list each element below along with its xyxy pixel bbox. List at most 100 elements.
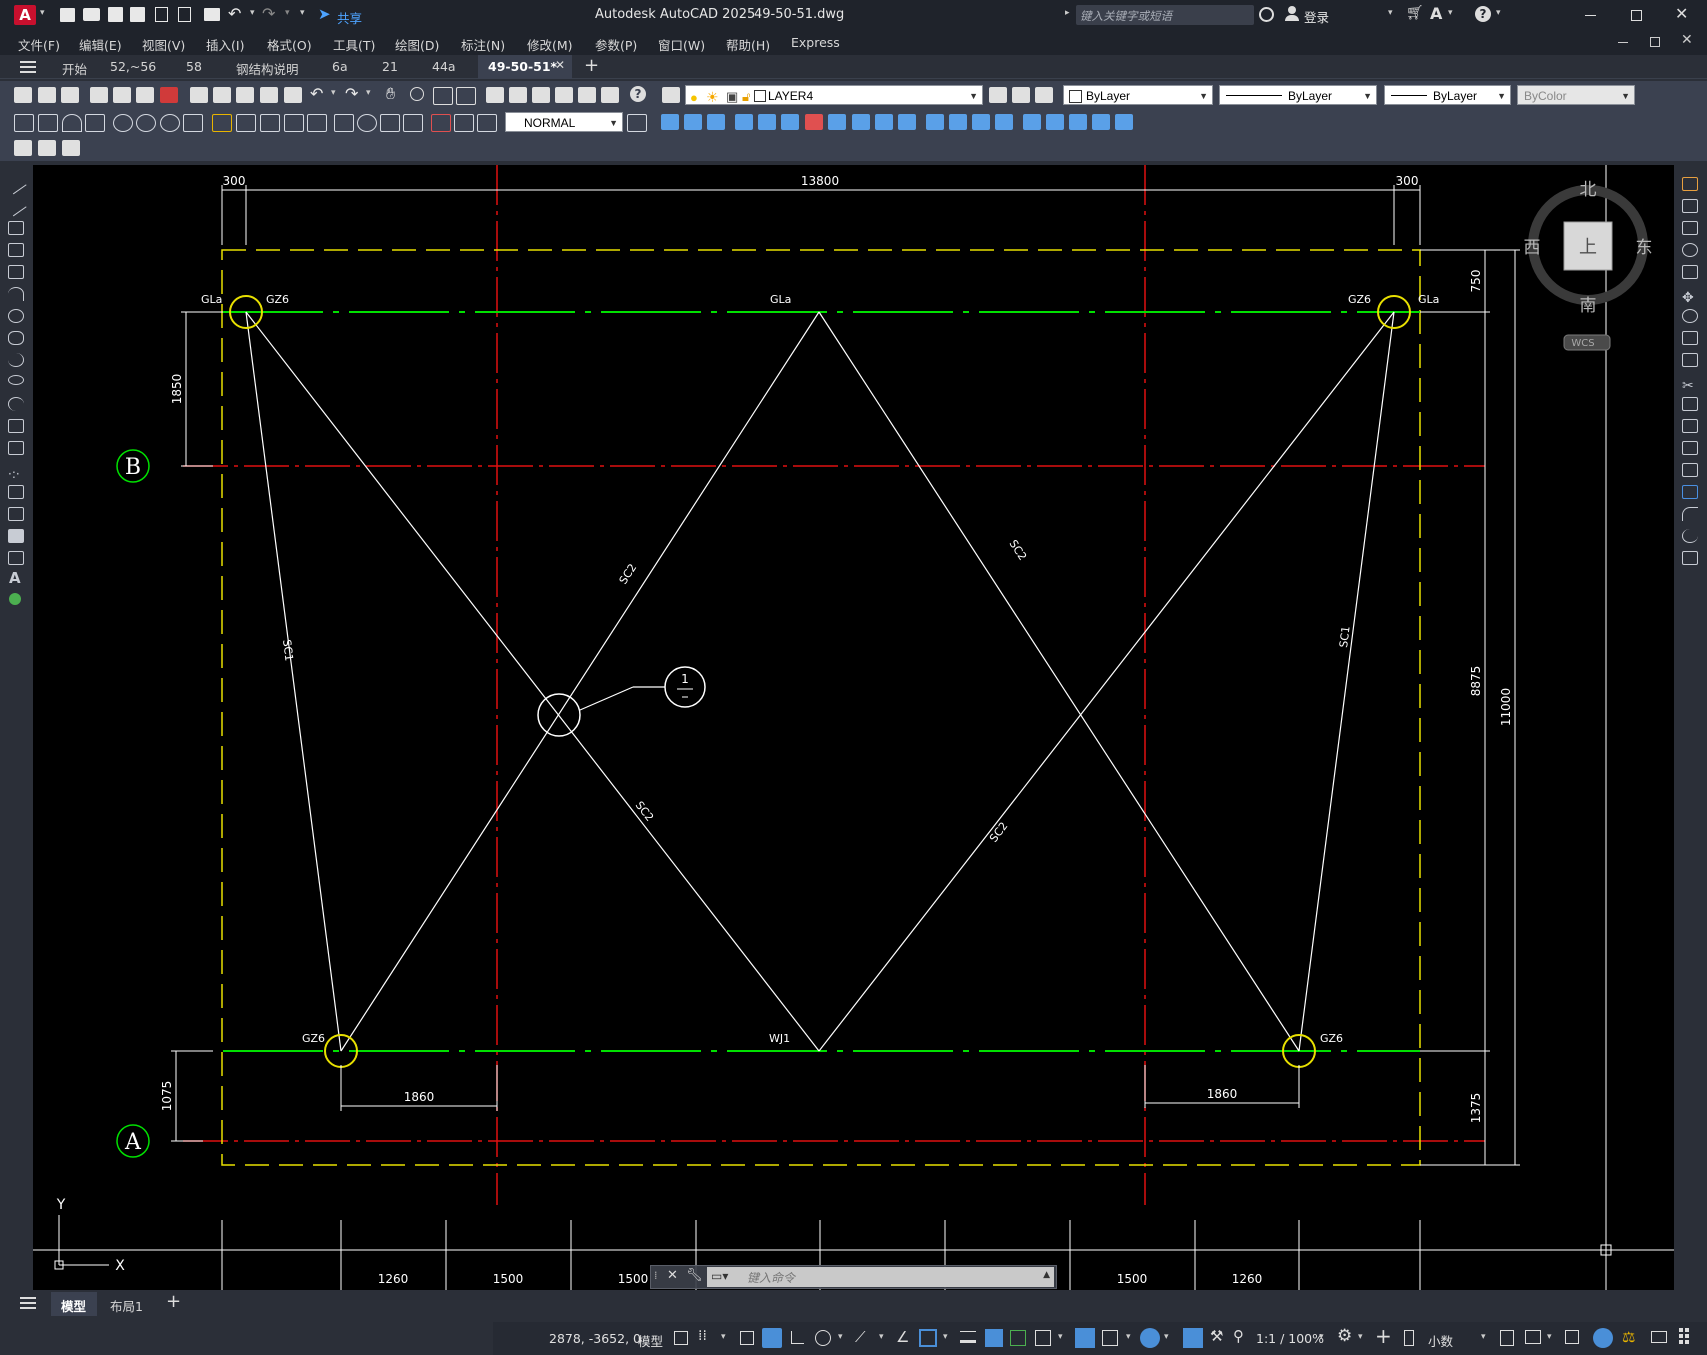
transparency-icon[interactable] (985, 1329, 1003, 1347)
tolerance-icon[interactable] (334, 114, 354, 132)
menu-tools[interactable]: 工具(T) (333, 35, 375, 54)
tab-21[interactable]: 21 (382, 59, 398, 74)
radius-dim-icon[interactable] (113, 114, 133, 132)
align-3d-icon[interactable] (1069, 114, 1087, 130)
table-icon[interactable] (8, 551, 24, 565)
snap-icon[interactable]: ⁞⁞ (698, 1328, 707, 1344)
gizmo-icon[interactable] (1140, 1328, 1160, 1348)
lineweight-display-icon[interactable] (960, 1331, 976, 1343)
redo-chevron-icon[interactable]: ▾ (285, 8, 290, 18)
block-editor-icon[interactable] (284, 87, 302, 103)
selection-filter-chevron-icon[interactable]: ▾ (1126, 1332, 1131, 1342)
explode-icon[interactable] (1682, 551, 1698, 565)
share-button[interactable]: 共享 (337, 8, 362, 27)
3d-osnap-chevron-icon[interactable]: ▾ (1058, 1332, 1063, 1342)
intersect-icon[interactable] (852, 114, 870, 130)
hardware-acceleration-icon[interactable] (1593, 1328, 1613, 1348)
tab-58[interactable]: 58 (186, 59, 202, 74)
zoom-realtime-icon[interactable] (410, 87, 424, 101)
insert-block-icon[interactable] (8, 419, 24, 433)
zoom-previous-icon[interactable] (456, 87, 476, 105)
command-history-chevron-icon[interactable]: ▲ (1043, 1270, 1050, 1280)
markup-icon[interactable] (578, 87, 596, 103)
trim-icon[interactable]: ✂ (1682, 375, 1698, 394)
search-icon[interactable] (1259, 7, 1274, 22)
aligned-dim-icon[interactable] (38, 114, 58, 132)
sweep-icon[interactable] (781, 114, 799, 130)
doc-close-icon[interactable]: ✕ (1681, 32, 1693, 48)
layer-dropdown[interactable]: ● ☀ ▣ 🔓︎ LAYER4 ▼ (685, 85, 983, 105)
layer-lock-icon[interactable]: 🔓︎ (742, 87, 750, 107)
fillet-edge-icon[interactable] (949, 114, 967, 130)
color-dropdown[interactable]: ByLayer ▼ (1063, 85, 1213, 105)
offset-icon[interactable] (1682, 243, 1698, 257)
open-icon[interactable] (38, 87, 56, 103)
annotation-monitor-icon[interactable]: + (1375, 1324, 1392, 1348)
tab-6a[interactable]: 6a (332, 59, 348, 74)
units-chevron-icon[interactable]: ▾ (1481, 1332, 1486, 1342)
break-icon[interactable] (1682, 441, 1698, 455)
tab-start[interactable]: 开始 (62, 59, 87, 78)
doc-minimize-icon[interactable] (1618, 42, 1628, 43)
polar-tracking-icon[interactable] (815, 1330, 831, 1346)
layout-menu-icon[interactable] (20, 1297, 36, 1309)
isodraft-chevron-icon[interactable]: ▾ (879, 1332, 884, 1342)
drawing-svg[interactable]: 1 B A 300 13800 300 750 8875 1375 11000 … (33, 165, 1674, 1290)
close-window-icon[interactable]: ✕ (1675, 4, 1688, 23)
new-icon[interactable] (14, 87, 32, 103)
annotation-scale-value[interactable]: 1:1 / 100% (1256, 1331, 1324, 1346)
circle-icon[interactable] (8, 309, 24, 323)
shell-icon[interactable] (926, 114, 944, 130)
menu-dimension[interactable]: 标注(N) (461, 35, 505, 54)
mirror-3d-icon[interactable] (1092, 114, 1110, 130)
selection-filter-icon[interactable] (1102, 1330, 1118, 1346)
inspect-icon[interactable] (380, 114, 400, 132)
plot-icon[interactable] (204, 8, 220, 21)
layer-thaw-sun-icon[interactable]: ☀ (706, 87, 719, 107)
angular-dim-icon[interactable] (183, 114, 203, 132)
infer-constraints-icon[interactable] (740, 1331, 754, 1345)
gizmo-chevron-icon[interactable]: ▾ (1164, 1332, 1169, 1342)
search-input[interactable]: 键入关键字或短语 (1076, 5, 1254, 25)
autodesk-a360-icon[interactable]: A (1430, 4, 1442, 23)
dim-update-icon[interactable] (477, 114, 497, 132)
properties-icon[interactable] (486, 87, 504, 103)
separate-icon[interactable] (995, 114, 1013, 130)
ortho-icon[interactable] (791, 1331, 804, 1344)
selection-cycling-icon[interactable] (1010, 1330, 1026, 1346)
dim-text-edit-icon[interactable] (454, 114, 474, 132)
dimstyle-dropdown[interactable]: NORMAL ▼ (505, 112, 623, 132)
gradient-icon[interactable] (8, 507, 24, 521)
menu-express[interactable]: Express (791, 35, 840, 50)
units-icon[interactable] (1404, 1330, 1414, 1346)
layer-properties-icon[interactable] (662, 87, 680, 103)
make-block-icon[interactable] (8, 441, 24, 455)
print-icon[interactable] (90, 87, 108, 103)
quick-dim-icon[interactable] (212, 114, 232, 132)
command-line[interactable]: ⁞ ✕ 🔧︎ ▭▾ 键入命令 ▲ (650, 1265, 1057, 1289)
doc-restore-icon[interactable] (1650, 37, 1660, 47)
rectangle-icon[interactable] (8, 265, 24, 279)
search-expand-icon[interactable]: ▸ (1065, 8, 1070, 18)
app-menu-chevron-icon[interactable]: ▾ (40, 8, 45, 18)
clean-screen-icon[interactable] (1651, 1331, 1667, 1343)
isodraft-icon[interactable]: ⟋ (855, 1328, 866, 1346)
redo-icon[interactable]: ↷ (262, 4, 275, 23)
new-layout-icon[interactable]: + (166, 1291, 181, 1312)
cut-icon[interactable] (190, 87, 208, 103)
new-file-icon[interactable] (60, 8, 75, 22)
thicken-icon[interactable] (898, 114, 916, 130)
design-center-icon[interactable] (509, 87, 527, 103)
grid-icon[interactable] (674, 1331, 688, 1345)
copy-object-icon[interactable] (1682, 199, 1698, 213)
paste-icon[interactable] (236, 87, 254, 103)
ellipse-icon[interactable] (8, 375, 24, 385)
region-icon[interactable] (8, 529, 24, 543)
object-snap-icon[interactable] (919, 1329, 937, 1347)
layer-walk-icon[interactable] (14, 140, 32, 156)
object-snap-chevron-icon[interactable]: ▾ (943, 1332, 948, 1342)
save-web-icon[interactable] (178, 7, 191, 22)
dynamic-ucs-icon[interactable] (1075, 1328, 1095, 1348)
rotate-3d-icon[interactable] (1046, 114, 1064, 130)
a360-chevron-icon[interactable]: ▾ (1448, 8, 1453, 18)
